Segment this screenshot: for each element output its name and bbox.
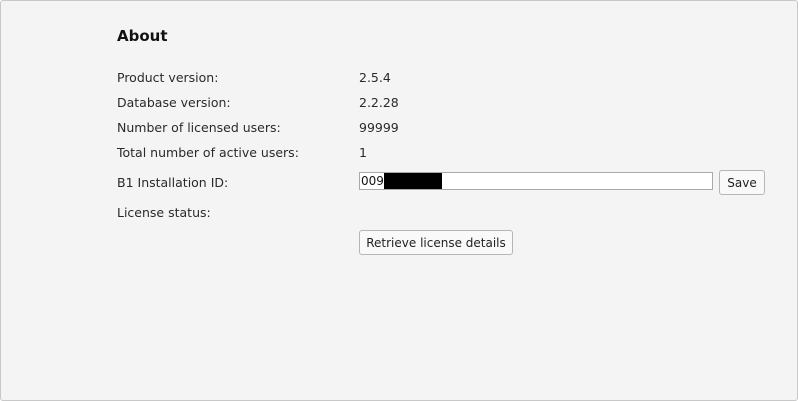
licensed-users-value: 99999: [359, 120, 399, 135]
page-title: About: [117, 27, 168, 45]
installation-id-label: B1 Installation ID:: [117, 175, 229, 190]
retrieve-license-details-button[interactable]: Retrieve license details: [359, 230, 513, 255]
product-version-label: Product version:: [117, 70, 219, 85]
about-panel: About Product version: 2.5.4 Database ve…: [0, 0, 798, 401]
active-users-label: Total number of active users:: [117, 145, 299, 160]
license-status-label: License status:: [117, 205, 211, 220]
licensed-users-label: Number of licensed users:: [117, 120, 281, 135]
database-version-value: 2.2.28: [359, 95, 399, 110]
redaction-block: [384, 173, 442, 189]
database-version-label: Database version:: [117, 95, 231, 110]
active-users-value: 1: [359, 145, 367, 160]
product-version-value: 2.5.4: [359, 70, 391, 85]
save-button[interactable]: Save: [719, 170, 765, 195]
